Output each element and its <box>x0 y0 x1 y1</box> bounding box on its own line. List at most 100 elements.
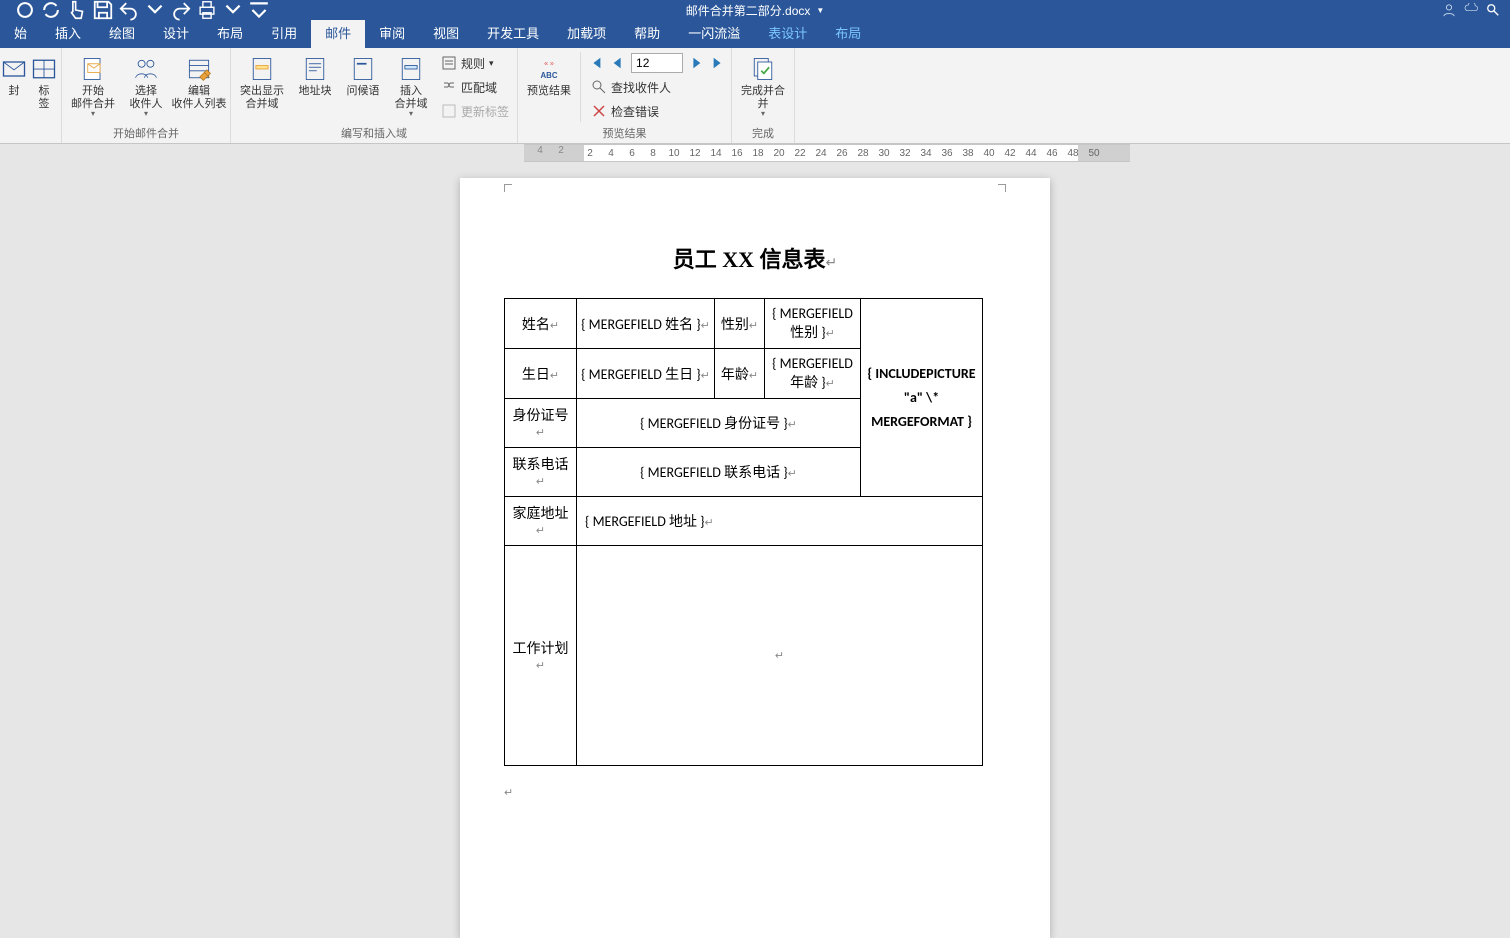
redo-icon[interactable] <box>170 0 192 20</box>
cloud-icon[interactable] <box>1464 3 1478 17</box>
edit-recipient-list-button[interactable]: 编辑 收件人列表 <box>172 52 226 111</box>
prev-record-button[interactable] <box>609 53 627 73</box>
field-plan[interactable]: ↵ <box>577 546 983 766</box>
check-icon <box>591 103 607 119</box>
window-title: 邮件合并第二部分.docx ▼ <box>686 2 825 19</box>
match-fields-button[interactable]: 匹配域 <box>437 76 513 98</box>
tab-layout[interactable]: 布局 <box>203 20 257 48</box>
labels-button[interactable]: 标 签 <box>28 52 60 111</box>
ruler-tick: 30 <box>878 148 889 159</box>
tab-developer[interactable]: 开发工具 <box>473 20 553 48</box>
ruler-tick: 22 <box>794 148 805 159</box>
start-mail-merge-button[interactable]: 开始 邮件合并 ▾ <box>66 52 120 118</box>
employee-info-table: 姓名↵ { MERGEFIELD 姓名 }↵ 性别↵ { MERGEFIELD … <box>504 298 983 766</box>
table-row: 姓名↵ { MERGEFIELD 姓名 }↵ 性别↵ { MERGEFIELD … <box>505 299 983 349</box>
field-gender[interactable]: { MERGEFIELD 性别 }↵ <box>765 299 861 349</box>
field-age[interactable]: { MERGEFIELD 年龄 }↵ <box>765 349 861 399</box>
rules-icon <box>441 55 457 71</box>
tab-flow[interactable]: 一闪流溢 <box>674 20 754 48</box>
svg-text:« »: « » <box>544 61 554 68</box>
rules-button[interactable]: 规则 ▾ <box>437 52 513 74</box>
horizontal-ruler[interactable]: 2468101214161820222426283032343638404244… <box>0 144 1510 162</box>
ruler-tick: 4 <box>608 148 614 159</box>
ruler-tick: 20 <box>773 148 784 159</box>
record-number-input[interactable] <box>631 53 683 73</box>
ruler-tick: 32 <box>899 148 910 159</box>
highlight-merge-fields-button[interactable]: 突出显示 合并域 <box>235 52 289 111</box>
document-area[interactable]: 员工 XX 信息表↵ 姓名↵ { MERGEFIELD 姓名 }↵ 性别↵ { … <box>0 162 1510 938</box>
table-row: 家庭地址↵ { MERGEFIELD 地址 }↵ <box>505 497 983 546</box>
tab-start[interactable]: 始 <box>0 20 41 48</box>
tab-view[interactable]: 视图 <box>419 20 473 48</box>
tab-table-layout[interactable]: 布局 <box>821 20 875 48</box>
print-icon[interactable] <box>196 0 218 20</box>
group-create: 封 标 签 <box>0 48 62 143</box>
update-icon <box>441 103 457 119</box>
field-phone[interactable]: { MERGEFIELD 联系电话 }↵ <box>577 448 861 497</box>
label-gender: 性别↵ <box>715 299 765 349</box>
close-icon[interactable] <box>14 0 36 20</box>
paragraph-mark: ↵ <box>460 786 1050 799</box>
address-block-button[interactable]: 地址块 <box>293 52 337 98</box>
ruler-tick: 46 <box>1046 148 1057 159</box>
field-birth[interactable]: { MERGEFIELD 生日 }↵ <box>577 349 715 399</box>
undo-icon[interactable] <box>118 0 140 20</box>
check-errors-button[interactable]: 检查错误 <box>587 100 727 122</box>
save-icon[interactable] <box>92 0 114 20</box>
title-right-controls <box>1442 3 1500 17</box>
find-recipient-button[interactable]: 查找收件人 <box>587 76 727 98</box>
ruler-tick: 10 <box>668 148 679 159</box>
ruler-tick: 42 <box>1004 148 1015 159</box>
print-dd-icon[interactable] <box>222 0 244 20</box>
field-picture[interactable]: { INCLUDEPICTURE "a" \* MERGEFORMAT } <box>861 299 983 497</box>
group-label-start: 开始邮件合并 <box>66 126 226 143</box>
tab-table-design[interactable]: 表设计 <box>754 20 821 48</box>
preview-results-button[interactable]: « »ABC 预览结果 <box>522 52 576 98</box>
group-label-finish: 完成 <box>736 126 790 143</box>
envelopes-button[interactable]: 封 <box>4 52 24 98</box>
tab-help[interactable]: 帮助 <box>620 20 674 48</box>
ruler-tick: 26 <box>836 148 847 159</box>
sync-icon[interactable] <box>40 0 62 20</box>
undo-dd-icon[interactable] <box>144 0 166 20</box>
user-icon[interactable] <box>1442 3 1456 17</box>
ruler-tick: 48 <box>1067 148 1078 159</box>
tab-references[interactable]: 引用 <box>257 20 311 48</box>
first-record-button[interactable] <box>587 53 605 73</box>
ruler-tick: 8 <box>650 148 656 159</box>
qat-more-icon[interactable] <box>248 0 270 20</box>
search-icon[interactable] <box>1486 3 1500 17</box>
tab-review[interactable]: 审阅 <box>365 20 419 48</box>
field-name[interactable]: { MERGEFIELD 姓名 }↵ <box>577 299 715 349</box>
ruler-tick: 24 <box>815 148 826 159</box>
label-address: 家庭地址↵ <box>505 497 577 546</box>
field-address[interactable]: { MERGEFIELD 地址 }↵ <box>577 497 983 546</box>
group-write-insert-fields: 突出显示 合并域 地址块 问候语 插入 合并域 ▾ 规则 ▾ <box>231 48 518 143</box>
next-record-button[interactable] <box>687 53 705 73</box>
title-dd-icon[interactable]: ▼ <box>816 6 824 15</box>
greeting-line-button[interactable]: 问候语 <box>341 52 385 98</box>
tab-addins[interactable]: 加载项 <box>553 20 620 48</box>
select-recipients-button[interactable]: 选择 收件人 ▾ <box>124 52 168 118</box>
last-record-button[interactable] <box>709 53 727 73</box>
ruler-tick: 18 <box>752 148 763 159</box>
ribbon: 封 标 签 开始 邮件合并 ▾ 选择 收件人 ▾ 编辑 收件人列表 <box>0 48 1510 144</box>
tab-design[interactable]: 设计 <box>149 20 203 48</box>
page: 员工 XX 信息表↵ 姓名↵ { MERGEFIELD 姓名 }↵ 性别↵ { … <box>460 178 1050 938</box>
finish-merge-button[interactable]: 完成并合并 ▾ <box>736 52 790 118</box>
ruler-tick: 38 <box>962 148 973 159</box>
insert-merge-field-button[interactable]: 插入 合并域 ▾ <box>389 52 433 118</box>
tab-draw[interactable]: 绘图 <box>95 20 149 48</box>
group-label-preview: 预览结果 <box>522 126 727 143</box>
ruler-tick: 44 <box>1025 148 1036 159</box>
ruler-tick: 34 <box>920 148 931 159</box>
chevron-down-icon: ▾ <box>144 109 148 118</box>
field-idnum[interactable]: { MERGEFIELD 身份证号 }↵ <box>577 399 861 448</box>
title-bar: 邮件合并第二部分.docx ▼ <box>0 0 1510 20</box>
tab-insert[interactable]: 插入 <box>41 20 95 48</box>
ruler-tick: 50 <box>1088 148 1099 159</box>
label-birth: 生日↵ <box>505 349 577 399</box>
touch-icon[interactable] <box>66 0 88 20</box>
ribbon-tabs: 始 插入 绘图 设计 布局 引用 邮件 审阅 视图 开发工具 加载项 帮助 一闪… <box>0 20 1510 48</box>
tab-mailings[interactable]: 邮件 <box>311 20 365 48</box>
